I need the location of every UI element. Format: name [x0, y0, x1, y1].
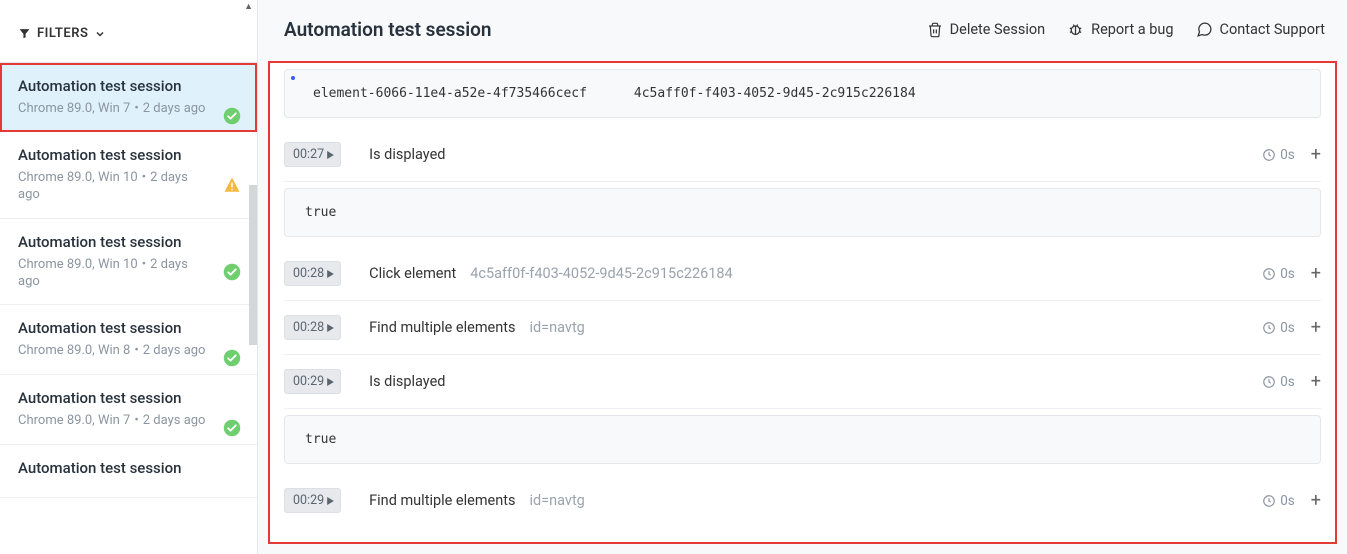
duration: 0s	[1262, 493, 1295, 509]
log-panel: element-6066-11e4-a52e-4f735466cecf 4c5a…	[268, 61, 1337, 544]
timestamp-play-button[interactable]: 00:29	[284, 369, 341, 394]
session-item[interactable]: Automation test session Chrome 89.0, Win …	[0, 219, 257, 306]
session-title: Automation test session	[18, 319, 241, 337]
filter-icon	[18, 27, 31, 40]
expand-button[interactable]: +	[1311, 319, 1321, 337]
session-meta: Chrome 89.0, Win 7•2 days ago	[18, 101, 241, 118]
log-body: Find multiple elements id=navtg	[369, 492, 1234, 509]
status-success-icon	[223, 107, 241, 125]
timestamp: 00:28	[293, 266, 324, 281]
timestamp-play-button[interactable]: 00:29	[284, 488, 341, 513]
play-icon	[327, 378, 334, 386]
main-header: Automation test session Delete Session R…	[258, 0, 1347, 61]
scrollbar-thumb[interactable]	[249, 185, 257, 345]
session-item[interactable]: Automation test session Chrome 89.0, Win …	[0, 132, 257, 219]
bug-icon	[1067, 21, 1084, 38]
filters-bar: FILTERS	[0, 12, 257, 63]
session-title: Automation test session	[18, 77, 241, 95]
filters-button[interactable]: FILTERS	[18, 26, 106, 41]
session-title: Automation test session	[18, 233, 241, 251]
session-item[interactable]: Automation test session Chrome 89.0, Win …	[0, 63, 257, 132]
session-title: Automation test session	[18, 459, 241, 477]
contact-support-button[interactable]: Contact Support	[1196, 21, 1325, 38]
session-title: Automation test session	[18, 146, 241, 164]
timestamp: 00:27	[293, 147, 324, 162]
log-detail: id=navtg	[529, 319, 584, 336]
result-box: true	[284, 415, 1321, 464]
log-right: 0s +	[1262, 492, 1321, 510]
session-meta: Chrome 89.0, Win 10•2 days ago	[18, 257, 241, 291]
timestamp: 00:29	[293, 374, 324, 389]
log-row: 00:28 Find multiple elements id=navtg 0s +	[284, 301, 1321, 355]
report-bug-label: Report a bug	[1091, 21, 1173, 38]
play-icon	[327, 497, 334, 505]
log-action: Find multiple elements	[369, 319, 515, 336]
filters-label: FILTERS	[37, 26, 88, 41]
session-meta: Chrome 89.0, Win 8•2 days ago	[18, 343, 241, 360]
log-action: Is displayed	[369, 373, 445, 390]
play-icon	[327, 151, 334, 159]
log-body: Find multiple elements id=navtg	[369, 319, 1234, 336]
element-value: 4c5aff0f-f403-4052-9d45-2c915c226184	[634, 86, 916, 101]
timestamp-play-button[interactable]: 00:28	[284, 315, 341, 340]
duration: 0s	[1262, 374, 1295, 390]
session-item[interactable]: Automation test session Chrome 89.0, Win …	[0, 375, 257, 445]
status-warning-icon	[223, 176, 241, 194]
log-row: 00:27 Is displayed 0s +	[284, 128, 1321, 182]
log-right: 0s +	[1262, 265, 1321, 283]
element-key: element-6066-11e4-a52e-4f735466cecf	[313, 86, 587, 101]
log-right: 0s +	[1262, 373, 1321, 391]
session-item[interactable]: Automation test session	[0, 445, 257, 498]
delete-session-button[interactable]: Delete Session	[927, 21, 1046, 38]
timestamp-play-button[interactable]: 00:27	[284, 142, 341, 167]
log-action: Is displayed	[369, 146, 445, 163]
contact-support-label: Contact Support	[1220, 21, 1325, 38]
result-box: true	[284, 188, 1321, 237]
header-actions: Delete Session Report a bug Contact Supp…	[927, 21, 1325, 38]
log-row: 00:29 Is displayed 0s +	[284, 355, 1321, 409]
expand-button[interactable]: +	[1311, 373, 1321, 391]
expand-button[interactable]: +	[1311, 146, 1321, 164]
log-detail: 4c5aff0f-f403-4052-9d45-2c915c226184	[470, 265, 732, 282]
expand-button[interactable]: +	[1311, 265, 1321, 283]
chevron-down-icon	[94, 28, 106, 40]
session-meta: Chrome 89.0, Win 10•2 days ago	[18, 170, 241, 204]
log-body: Is displayed	[369, 146, 1234, 163]
log-action: Find multiple elements	[369, 492, 515, 509]
report-bug-button[interactable]: Report a bug	[1067, 21, 1173, 38]
log-row: 00:29 Find multiple elements id=navtg 0s +	[284, 474, 1321, 527]
session-list: Automation test session Chrome 89.0, Win …	[0, 63, 257, 554]
duration: 0s	[1262, 320, 1295, 336]
log-detail: id=navtg	[529, 492, 584, 509]
trash-icon	[927, 22, 943, 38]
status-success-icon	[223, 419, 241, 437]
timestamp-play-button[interactable]: 00:28	[284, 261, 341, 286]
timestamp: 00:28	[293, 320, 324, 335]
status-success-icon	[223, 263, 241, 281]
status-success-icon	[223, 349, 241, 367]
log-body: Click element 4c5aff0f-f403-4052-9d45-2c9…	[369, 265, 1234, 282]
duration: 0s	[1262, 266, 1295, 282]
duration: 0s	[1262, 147, 1295, 163]
main-panel: Automation test session Delete Session R…	[258, 0, 1347, 554]
session-meta: Chrome 89.0, Win 7•2 days ago	[18, 413, 241, 430]
play-icon	[327, 270, 334, 278]
session-title: Automation test session	[18, 389, 241, 407]
log-right: 0s +	[1262, 319, 1321, 337]
log-body: Is displayed	[369, 373, 1234, 390]
log-row: 00:28 Click element 4c5aff0f-f403-4052-9d4…	[284, 247, 1321, 301]
timestamp: 00:29	[293, 493, 324, 508]
element-result-box: element-6066-11e4-a52e-4f735466cecf 4c5a…	[284, 69, 1321, 118]
delete-session-label: Delete Session	[950, 21, 1046, 38]
session-item[interactable]: Automation test session Chrome 89.0, Win …	[0, 305, 257, 375]
chat-icon	[1196, 21, 1213, 38]
expand-button[interactable]: +	[1311, 492, 1321, 510]
scroll-up-arrow[interactable]: ▲	[0, 0, 257, 12]
log-action: Click element	[369, 265, 456, 282]
sessions-sidebar: ▲ FILTERS Automation test session Chrome …	[0, 0, 258, 554]
page-title: Automation test session	[284, 18, 492, 41]
play-icon	[327, 324, 334, 332]
log-right: 0s +	[1262, 146, 1321, 164]
